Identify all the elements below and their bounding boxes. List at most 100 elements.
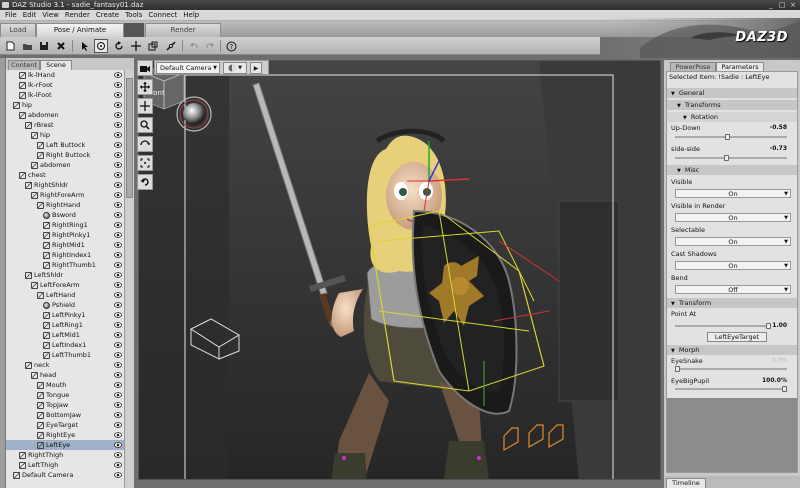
tree-node[interactable]: Left Buttock [6,140,124,150]
visibility-eye-icon[interactable] [114,462,122,468]
tree-node[interactable]: LeftMid1 [6,330,124,340]
group-transform[interactable]: ▼ Transform [667,298,797,308]
visibility-eye-icon[interactable] [114,122,122,128]
close-button[interactable]: × [789,1,797,9]
help-icon[interactable]: ? [224,39,238,53]
menu-create[interactable]: Create [93,10,122,20]
tree-node[interactable]: Right Buttock [6,150,124,160]
point-at-target-button[interactable]: LeftEyeTarget [707,332,767,342]
orbit-icon[interactable] [137,136,153,152]
camera-icon[interactable] [137,60,153,76]
tree-node[interactable]: LeftThigh [6,460,124,470]
3d-viewport[interactable]: Front [138,60,661,480]
eyesnake-slider[interactable] [675,366,787,372]
bend-select[interactable]: Off ▼ [675,285,791,294]
menu-file[interactable]: File [2,10,20,20]
tree-node[interactable]: lk-lFoot [6,90,124,100]
group-morph[interactable]: ▼ Morph [667,345,797,355]
tree-node[interactable]: RightRing1 [6,220,124,230]
visibility-eye-icon[interactable] [114,382,122,388]
tab-render[interactable]: Render [145,23,221,37]
rotate-tool-icon[interactable] [112,39,126,53]
visibility-eye-icon[interactable] [114,222,122,228]
visibility-eye-icon[interactable] [114,162,122,168]
tree-node[interactable]: LeftRing1 [6,320,124,330]
visibility-eye-icon[interactable] [114,242,122,248]
selectable-select[interactable]: On ▼ [675,237,791,246]
visibility-eye-icon[interactable] [114,442,122,448]
visibility-eye-icon[interactable] [114,212,122,218]
visibility-eye-icon[interactable] [114,82,122,88]
open-icon[interactable] [20,39,34,53]
group-misc[interactable]: ▼ Misc [667,165,797,175]
group-rotation[interactable]: ▼ Rotation [667,112,797,122]
undo-icon[interactable] [187,39,201,53]
dolly-icon[interactable] [137,79,153,95]
visibility-eye-icon[interactable] [114,292,122,298]
select-arrow-icon[interactable] [78,39,92,53]
cast-shadows-select[interactable]: On ▼ [675,261,791,270]
redo-icon[interactable] [203,39,217,53]
tab-parameters[interactable]: Parameters [716,62,764,71]
visibility-eye-icon[interactable] [114,342,122,348]
visibility-eye-icon[interactable] [114,102,122,108]
visibility-eye-icon[interactable] [114,332,122,338]
tree-node[interactable]: RightShldr [6,180,124,190]
menu-edit[interactable]: Edit [20,10,40,20]
visibility-eye-icon[interactable] [114,152,122,158]
visibility-eye-icon[interactable] [114,352,122,358]
visibility-eye-icon[interactable] [114,92,122,98]
sideside-value[interactable]: -0.73 [770,145,787,152]
tab-scene[interactable]: Scene [40,60,72,70]
visibility-eye-icon[interactable] [114,392,122,398]
visibility-eye-icon[interactable] [114,72,122,78]
tree-node[interactable]: RightEye [6,430,124,440]
camera-select[interactable]: Default Camera ▼ [156,62,220,74]
translate-camera-icon[interactable] [137,98,153,114]
tree-node[interactable]: Pshield [6,300,124,310]
tree-node[interactable]: Mouth [6,380,124,390]
save-icon[interactable] [37,39,51,53]
tree-node[interactable]: head [6,370,124,380]
tree-node[interactable]: RightHand [6,200,124,210]
point-at-slider[interactable] [675,323,771,329]
tree-node[interactable]: LeftForeArm [6,280,124,290]
translate-tool-icon[interactable] [129,39,143,53]
menu-render[interactable]: Render [62,10,93,20]
point-at-value[interactable]: 1.00 [772,322,787,329]
visibility-eye-icon[interactable] [114,232,122,238]
menu-connect[interactable]: Connect [145,10,180,20]
viewport-menu-button[interactable]: ▶ [250,62,262,74]
visibility-eye-icon[interactable] [114,182,122,188]
tree-node[interactable]: LeftThumb1 [6,350,124,360]
tree-node[interactable]: abdomen [6,110,124,120]
tree-node[interactable]: hip [6,130,124,140]
tab-content[interactable]: Content [8,60,40,70]
tab-pose-animate[interactable]: Pose / Animate [36,23,124,37]
draw-style-button[interactable]: ▼ [223,62,247,74]
visibility-eye-icon[interactable] [114,322,122,328]
tree-node[interactable]: LeftIndex1 [6,340,124,350]
visibility-eye-icon[interactable] [114,452,122,458]
tree-node[interactable]: RightThigh [6,450,124,460]
eyebigpupil-value[interactable]: 100.0% [762,377,787,384]
visibility-eye-icon[interactable] [114,422,122,428]
tree-node[interactable]: rBrest [6,120,124,130]
maximize-button[interactable]: □ [778,1,786,9]
universal-tool-icon[interactable] [94,39,108,53]
visibility-eye-icon[interactable] [114,132,122,138]
tree-node[interactable]: hip [6,100,124,110]
frame-icon[interactable] [137,155,153,171]
tree-node[interactable]: RightThumb1 [6,260,124,270]
tab-powerpose[interactable]: PowerPose [670,62,716,71]
tree-node[interactable]: LeftShldr [6,270,124,280]
menu-help[interactable]: Help [180,10,202,20]
scene-tree-scrollbar[interactable] [124,70,134,488]
visibility-eye-icon[interactable] [114,362,122,368]
visibility-eye-icon[interactable] [114,252,122,258]
minimize-button[interactable]: _ [767,1,775,9]
tree-node[interactable]: TopJaw [6,400,124,410]
tree-node[interactable]: LeftEye [6,440,124,450]
tree-node[interactable]: Bsword [6,210,124,220]
joint-editor-icon[interactable] [164,39,178,53]
